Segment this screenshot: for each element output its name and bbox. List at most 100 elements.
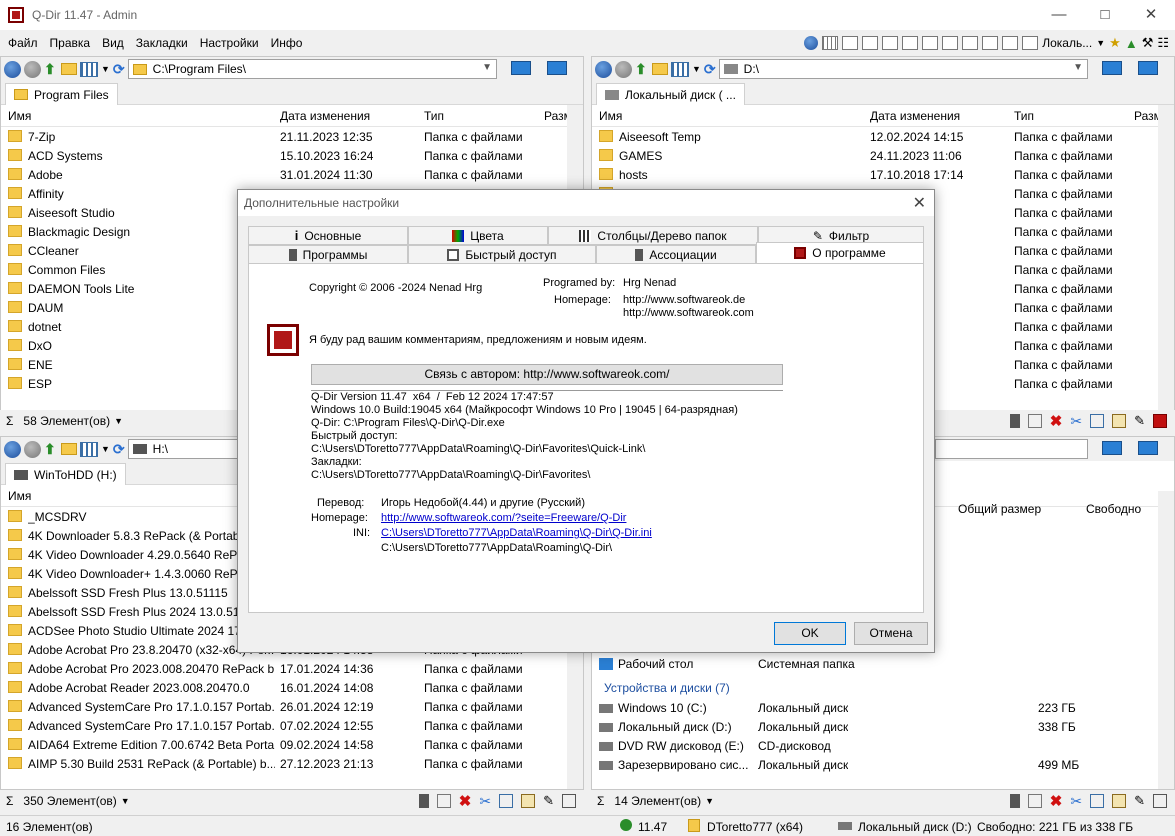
tab-columns[interactable]: Столбцы/Дерево папок	[548, 226, 758, 245]
menu-info[interactable]: Инфо	[265, 30, 309, 56]
col-type[interactable]: Тип	[424, 109, 444, 123]
back-icon[interactable]	[4, 440, 21, 458]
freeware-link[interactable]: http://www.softwareok.com/?seite=Freewar…	[381, 512, 626, 524]
list-item[interactable]: Рабочий стол Системная папка	[592, 655, 1152, 674]
menu-file[interactable]: Файл	[0, 30, 44, 56]
edit-icon[interactable]: ✎	[1134, 793, 1145, 809]
layout-2v-icon[interactable]	[882, 36, 899, 50]
menu-edit[interactable]: Правка	[44, 30, 97, 56]
col-name[interactable]: Имя	[8, 109, 31, 123]
tab-wintohdd[interactable]: WinToHDD (H:)	[5, 463, 126, 485]
paste-icon[interactable]	[1112, 794, 1127, 808]
chevron-down-icon[interactable]: ▼	[482, 62, 492, 73]
delete-icon[interactable]: ✖	[459, 792, 472, 810]
cut-icon[interactable]: ✂	[1070, 793, 1082, 810]
col-free[interactable]: Свободно	[1086, 502, 1141, 516]
group-header[interactable]: Устройства и диски (7)	[604, 681, 730, 695]
ok-button[interactable]: OK	[774, 622, 846, 645]
tab-program-files[interactable]: Program Files	[5, 83, 118, 105]
new-folder-icon[interactable]	[652, 63, 668, 75]
forward-icon[interactable]	[24, 440, 41, 458]
layout-a-icon[interactable]	[902, 36, 919, 50]
scrollbar[interactable]	[1158, 491, 1174, 789]
refresh-icon[interactable]: ⟳	[704, 61, 716, 78]
view-mode-icon[interactable]	[80, 441, 98, 457]
table-row[interactable]: Advanced SystemCare Pro 17.1.0.157 Porta…	[1, 698, 567, 717]
up-folder-icon[interactable]: ⬆	[44, 61, 58, 78]
properties-icon[interactable]	[562, 794, 576, 808]
table-row[interactable]: GAMES 24.11.2023 11:06 Папка с файлами	[592, 147, 1158, 166]
table-row[interactable]: 7-Zip 21.11.2023 12:35 Папка с файлами	[1, 128, 567, 147]
mail-icon[interactable]	[1027, 794, 1042, 808]
layout-d-icon[interactable]	[962, 36, 979, 50]
tab-general[interactable]: i Основные	[248, 226, 408, 245]
drive-row[interactable]: DVD RW дисковод (E:) CD-дисковод	[592, 737, 1152, 756]
network-icon[interactable]: ☷	[1157, 35, 1169, 51]
paste-icon[interactable]	[1112, 414, 1127, 428]
table-row[interactable]: Adobe Acrobat Reader 2023.008.20470.0 16.…	[1, 679, 567, 698]
mail-icon[interactable]	[436, 794, 451, 808]
view-mode-icon[interactable]	[80, 61, 98, 77]
globe-icon[interactable]	[804, 36, 819, 50]
address-input[interactable]: C:\Program Files\ ▼	[127, 59, 497, 79]
up-folder-icon[interactable]: ⬆	[44, 441, 58, 458]
col-total-size[interactable]: Общий размер	[958, 502, 1041, 516]
layout-e-icon[interactable]	[982, 36, 999, 50]
quick-link-icon[interactable]: ▲	[1125, 36, 1138, 51]
cut-icon[interactable]: ✂	[1070, 413, 1082, 430]
table-row[interactable]: hosts 17.10.2018 17:14 Папка с файлами	[592, 166, 1158, 185]
delete-icon[interactable]: ✖	[1050, 412, 1063, 430]
monitor-icon[interactable]	[1102, 61, 1122, 75]
edit-icon[interactable]: ✎	[1134, 413, 1145, 429]
layout-3-icon[interactable]	[842, 36, 859, 50]
drive-row[interactable]: Локальный диск (D:) Локальный диск 338 ГБ	[592, 718, 1152, 737]
minimize-button[interactable]: —	[1036, 0, 1082, 30]
table-row[interactable]: AIMP 5.30 Build 2531 RePack (& Portable)…	[1, 755, 567, 774]
col-date[interactable]: Дата изменения	[280, 109, 370, 123]
tab-about[interactable]: О программе	[756, 242, 924, 263]
ini-link[interactable]: C:\Users\DToretto777\AppData\Roaming\Q-D…	[381, 527, 652, 539]
edit-icon[interactable]: ✎	[543, 793, 554, 809]
table-row[interactable]: ACD Systems 15.10.2023 16:24 Папка с файла…	[1, 147, 567, 166]
chevron-down-icon[interactable]: ▼	[101, 444, 110, 454]
properties-icon[interactable]	[1153, 794, 1167, 808]
back-icon[interactable]	[4, 60, 21, 78]
new-folder-icon[interactable]	[61, 443, 77, 455]
monitor-icon[interactable]	[1138, 441, 1158, 455]
table-row[interactable]: Adobe Acrobat Pro 2023.008.20470 RePack …	[1, 660, 567, 679]
layout-2h-icon[interactable]	[862, 36, 879, 50]
delete-icon[interactable]: ✖	[1050, 792, 1063, 810]
single-pane-icon[interactable]	[1022, 36, 1039, 50]
up-folder-icon[interactable]: ⬆	[635, 61, 649, 78]
cut-icon[interactable]: ✂	[479, 793, 491, 810]
chevron-down-icon[interactable]: ▼	[705, 796, 714, 806]
paste-icon[interactable]	[521, 794, 536, 808]
col-name[interactable]: Имя	[8, 489, 31, 503]
lightning-icon[interactable]	[418, 794, 429, 808]
close-icon[interactable]: ✕	[913, 193, 926, 213]
drive-row[interactable]: Зарезервировано сис... Локальный диск 499 …	[592, 756, 1152, 775]
close-button[interactable]: ✕	[1128, 0, 1174, 30]
mail-icon[interactable]	[1027, 414, 1042, 428]
monitor-icon[interactable]	[511, 61, 531, 75]
menu-settings[interactable]: Настройки	[194, 30, 265, 56]
homepage-url-com[interactable]: http://www.softwareok.com	[623, 307, 754, 319]
menu-bookmarks[interactable]: Закладки	[130, 30, 194, 56]
scrollbar[interactable]	[1158, 105, 1174, 411]
address-input[interactable]	[935, 439, 1088, 459]
chevron-down-icon[interactable]: ▼	[114, 416, 123, 426]
tab-programs[interactable]: Программы	[248, 245, 408, 264]
monitor-icon[interactable]	[1138, 61, 1158, 75]
chevron-down-icon[interactable]: ▼	[121, 796, 130, 806]
contact-author-button[interactable]: Связь с автором: http://www.softwareok.c…	[311, 364, 783, 385]
back-icon[interactable]	[595, 60, 612, 78]
layout-f-icon[interactable]	[1002, 36, 1019, 50]
monitor-icon[interactable]	[547, 61, 567, 75]
layout-4-icon[interactable]	[822, 36, 839, 50]
copy-icon[interactable]	[1090, 794, 1105, 808]
tab-quick-access[interactable]: Быстрый доступ	[408, 245, 596, 264]
address-input[interactable]: D:\ ▼	[718, 59, 1088, 79]
col-name[interactable]: Имя	[599, 109, 622, 123]
table-row[interactable]: AIDA64 Extreme Edition 7.00.6742 Beta Po…	[1, 736, 567, 755]
qdir-icon[interactable]	[1153, 414, 1167, 428]
